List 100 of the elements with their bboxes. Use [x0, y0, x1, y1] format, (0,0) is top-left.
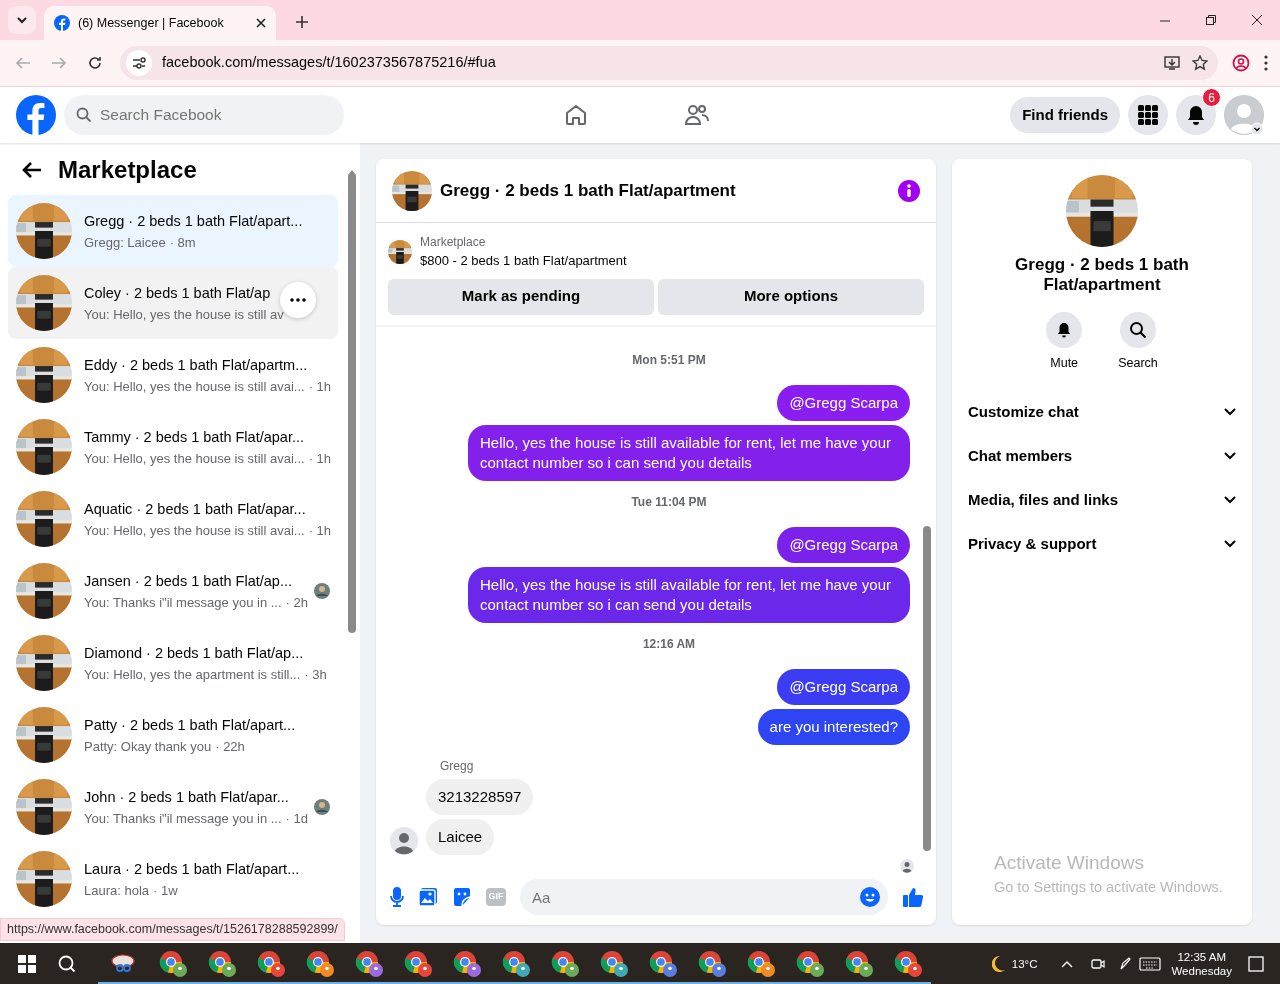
chevron-down-icon — [16, 14, 28, 26]
address-bar[interactable]: facebook.com/messages/t/1602373567875216/#fua — [120, 46, 1218, 80]
close-icon — [1252, 15, 1262, 25]
conversation-item[interactable]: Gregg · 2 beds 1 bath Flat/apart... Gregg: Laicee · 8m — [8, 195, 338, 267]
status-url-tooltip: https://www.facebook.com/messages/t/1526178288592899/ — [0, 918, 345, 941]
conversation-title: Aquatic · 2 beds 1 bath Flat/apar... — [84, 500, 306, 520]
photo-icon[interactable] — [418, 887, 438, 907]
bell-icon — [1186, 105, 1206, 125]
message-time: · 1h — [308, 378, 332, 397]
message-preview: You: Hello, yes the house is still av — [84, 306, 284, 325]
search-icon[interactable] — [58, 954, 76, 973]
conversation-item[interactable]: Aquatic · 2 beds 1 bath Flat/apar... You: Hello, yes the house is still avai... · 1h — [8, 483, 338, 555]
conversation-item[interactable]: Tammy · 2 beds 1 bath Flat/apar... You: Hello, yes the house is still avai... · 1h — [8, 411, 338, 483]
grid-menu-icon — [1138, 105, 1158, 125]
message-preview: You: Hello, yes the house is still avai... — [84, 450, 305, 469]
back-arrow-icon[interactable] — [22, 161, 42, 179]
message-bubble: Hello, yes the house is still available for rent, let me have your contact number so i can send you details — [468, 566, 910, 623]
clock-time: 12:35 AM — [1176, 949, 1228, 964]
search-icon — [1129, 321, 1147, 339]
notifications-button[interactable] — [1176, 95, 1216, 135]
conversation-item[interactable]: Patty · 2 beds 1 bath Flat/apart... Patty: Okay thank you · 22h — [8, 699, 338, 771]
pen-icon[interactable] — [1119, 956, 1132, 971]
kebab-menu-icon[interactable] — [1264, 55, 1268, 71]
search-icon — [76, 107, 92, 123]
conversation-item[interactable]: Laura · 2 beds 1 bath Flat/apart... Laura: hola · 1w — [8, 843, 338, 915]
tab-title: (6) Messenger | Facebook — [78, 14, 225, 32]
emoji-icon[interactable] — [860, 887, 880, 907]
weather-moon-icon — [991, 954, 1006, 973]
conversation-title: Coley · 2 beds 1 bath Flat/ap — [84, 284, 271, 304]
action-button[interactable]: More options — [658, 278, 924, 315]
ellipsis-icon — [290, 298, 306, 302]
listing-title: $800 - 2 beds 1 bath Flat/apartment — [420, 252, 627, 270]
message-time: · 8m — [169, 234, 196, 253]
conversation-item[interactable]: John · 2 beds 1 bath Flat/apar... You: Thanks i"il message you in ... · 1d — [8, 771, 338, 843]
message-preview: You: Hello, yes the house is still avai... — [84, 378, 305, 397]
conversation-item[interactable]: Coley · 2 beds 1 bath Flat/ap You: Hello, yes the house is still av — [8, 267, 338, 339]
section-row[interactable]: Chat members — [960, 433, 1244, 478]
conversation-item[interactable]: Diamond · 2 beds 1 bath Flat/ap... You: Hello, yes the apartment is still... · 3h — [8, 627, 338, 699]
message-time: · 22h — [215, 738, 245, 757]
close-icon — [256, 18, 266, 28]
message-bubble: @Gregg Scarpa — [777, 526, 910, 563]
section-row[interactable]: Media, files and links — [960, 477, 1244, 522]
microphone-icon[interactable] — [390, 887, 404, 907]
conversation-title: Patty · 2 beds 1 bath Flat/apart... — [84, 716, 296, 736]
plus-icon — [296, 16, 308, 28]
keyboard-icon[interactable] — [1139, 956, 1162, 971]
notification-center-icon[interactable] — [1248, 955, 1264, 972]
conversation-item[interactable]: Eddy · 2 beds 1 bath Flat/apartm... You: Hello, yes the house is still avai... · 1h — [8, 339, 338, 411]
chevron-down-icon — [1224, 495, 1236, 504]
bell-icon — [1056, 322, 1073, 338]
sender-name: Gregg — [440, 757, 475, 775]
conversation-title: Jansen · 2 beds 1 bath Flat/ap... — [84, 572, 292, 592]
message-preview: You: Hello, yes the apartment is still... — [84, 666, 301, 685]
star-icon[interactable] — [1192, 55, 1208, 71]
reload-icon — [87, 55, 103, 71]
find-friends-button[interactable]: Find friends — [1010, 97, 1120, 133]
message-bubble: @Gregg Scarpa — [777, 384, 910, 421]
search-field[interactable]: Search Facebook — [64, 95, 344, 135]
chevron-down-icon — [1224, 451, 1236, 460]
timestamp: Tue 11:04 PM — [630, 493, 708, 511]
message-input[interactable]: Aa — [520, 879, 888, 915]
message-time: · 1w — [153, 882, 178, 901]
chevron-down-icon — [1224, 539, 1236, 548]
sticker-icon[interactable] — [452, 887, 472, 907]
home-icon[interactable] — [564, 103, 589, 127]
timestamp: Mon 5:51 PM — [631, 351, 707, 369]
install-icon[interactable] — [1164, 55, 1182, 71]
message-preview: You: Thanks i"il message you in ... — [84, 810, 282, 829]
close-tab-button[interactable] — [256, 18, 266, 28]
action-button[interactable]: Mute — [1040, 311, 1089, 374]
weather-text: 13°C — [1011, 956, 1038, 971]
action-button[interactable]: Search — [1112, 311, 1164, 374]
listing-label: Marketplace — [420, 234, 487, 251]
forward-arrow-icon — [51, 55, 67, 71]
conversation-item[interactable]: Jansen · 2 beds 1 bath Flat/ap... You: Thanks i"il message you in ... · 2h — [8, 555, 338, 627]
facebook-logo[interactable] — [16, 95, 56, 135]
conversation-title: Gregg · 2 beds 1 bath Flat/apart... — [84, 212, 303, 232]
chevron-up-icon[interactable] — [1061, 959, 1074, 968]
menu-button[interactable] — [1128, 95, 1168, 135]
action-button[interactable]: Mark as pending — [388, 278, 654, 315]
windows-start-icon[interactable] — [18, 954, 36, 973]
scroll-up-icon — [347, 168, 357, 175]
message-preview: You: Thanks i"il message you in ... — [84, 594, 282, 613]
section-row[interactable]: Privacy & support — [960, 521, 1244, 566]
message-bubble: Laicee — [426, 818, 495, 855]
friends-icon[interactable] — [684, 103, 711, 127]
chat-title: Gregg · 2 beds 1 bath Flat/apartment — [440, 179, 737, 202]
message-bubble: 3213228597 — [426, 778, 534, 815]
conversation-title: Diamond · 2 beds 1 bath Flat/ap... — [84, 644, 304, 664]
info-icon[interactable] — [898, 179, 920, 202]
tab-search-button[interactable] — [8, 6, 36, 34]
sidebar-title: Marketplace — [58, 155, 197, 185]
profile-icon[interactable] — [1232, 54, 1250, 72]
message-time: · 1h — [308, 522, 332, 541]
url-text: facebook.com/messages/t/1602373567875216/#fua — [162, 53, 497, 73]
browser-tab[interactable]: (6) Messenger | Facebook — [44, 6, 276, 40]
thumbs-up-icon[interactable] — [902, 886, 924, 908]
section-row[interactable]: Customize chat — [960, 389, 1244, 434]
clock-day: Wednesday — [1171, 963, 1232, 978]
message-time: · 1h — [308, 450, 332, 469]
